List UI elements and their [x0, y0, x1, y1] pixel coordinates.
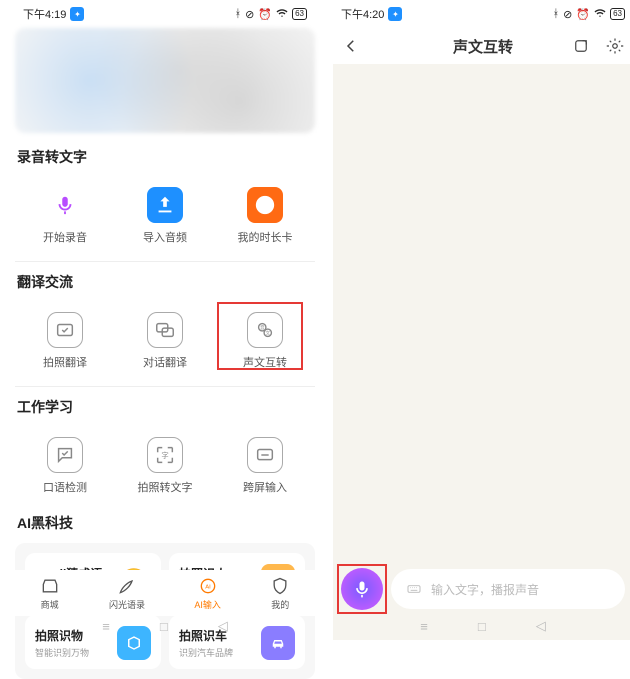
- bottom-nav: 商城 闪光语录 AI AI输入 我的: [15, 570, 315, 616]
- system-nav: ≡ □ ◁: [15, 616, 315, 636]
- divider: [15, 386, 315, 387]
- hero-banner: [15, 28, 315, 133]
- svg-text:AI: AI: [205, 584, 211, 590]
- wifi-icon: [276, 7, 288, 22]
- input-placeholder: 输入文字，播报声音: [431, 581, 539, 598]
- nav-label: AI输入: [194, 598, 221, 611]
- nav-label: 商城: [41, 598, 59, 611]
- nav-mine[interactable]: 我的: [270, 576, 290, 611]
- status-time: 下午4:20: [341, 6, 384, 22]
- top-bar: 声文互转: [333, 28, 630, 64]
- section-title-record: 录音转文字: [15, 147, 315, 175]
- item-label: 我的时长卡: [238, 229, 293, 245]
- section-title-work: 工作学习: [15, 397, 315, 425]
- new-window-icon: [572, 37, 590, 55]
- battery-icon: 63: [610, 8, 625, 20]
- sys-back-icon[interactable]: ◁: [218, 618, 228, 634]
- page-title: 声文互转: [453, 36, 513, 57]
- item-voice-text-swap[interactable]: 音文 声文互转: [215, 312, 315, 370]
- new-window-button[interactable]: [571, 36, 591, 56]
- settings-button[interactable]: [605, 36, 625, 56]
- sys-menu-icon[interactable]: ≡: [102, 619, 110, 634]
- gear-icon: [606, 37, 624, 55]
- microphone-icon: [352, 579, 372, 599]
- status-bar: 下午4:19 ✦ ᚼ ⊘ ⏰ 63: [15, 0, 315, 28]
- item-label: 声文互转: [243, 354, 287, 370]
- back-button[interactable]: [341, 36, 361, 56]
- item-label: 拍照转文字: [138, 479, 193, 495]
- section-record: 开始录音 导入音频 我的时长卡: [15, 175, 315, 257]
- section-title-translate: 翻译交流: [15, 272, 315, 300]
- status-bar: 下午4:20 ✦ ᚼ ⊘ ⏰ 63: [333, 0, 630, 28]
- wifi-icon: [594, 7, 606, 22]
- item-start-record[interactable]: 开始录音: [15, 187, 115, 245]
- item-dialog-translate[interactable]: 对话翻译: [115, 312, 215, 370]
- sys-menu-icon[interactable]: ≡: [420, 619, 428, 634]
- divider: [15, 261, 315, 262]
- status-app-icon: ✦: [70, 7, 84, 21]
- item-label: 拍照翻译: [43, 354, 87, 370]
- bluetooth-icon: ᚼ: [553, 8, 560, 20]
- shield-icon: [270, 576, 290, 596]
- ocr-icon: 字: [147, 437, 183, 473]
- item-label: 对话翻译: [143, 354, 187, 370]
- battery-icon: 63: [292, 8, 307, 20]
- item-oral-test[interactable]: 口语检测: [15, 437, 115, 495]
- sys-home-icon[interactable]: □: [160, 619, 168, 634]
- keyboard-icon: [405, 580, 423, 598]
- nav-shop[interactable]: 商城: [40, 576, 60, 611]
- card-sub: 智能识别万物: [35, 646, 89, 659]
- speech-check-icon: [47, 437, 83, 473]
- dialog-icon: [147, 312, 183, 348]
- clock-card-icon: [247, 187, 283, 223]
- feather-icon: [117, 576, 137, 596]
- nav-quotes[interactable]: 闪光语录: [109, 576, 145, 611]
- item-duration-card[interactable]: 我的时长卡: [215, 187, 315, 245]
- item-photo-translate[interactable]: 拍照翻译: [15, 312, 115, 370]
- item-label: 跨屏输入: [243, 479, 287, 495]
- voice-text-swap-icon: 音文: [247, 312, 283, 348]
- svg-text:字: 字: [161, 451, 168, 460]
- screen-voice-text: 下午4:20 ✦ ᚼ ⊘ ⏰ 63 声文互转: [333, 0, 630, 640]
- system-nav: ≡ □ ◁: [333, 616, 630, 636]
- item-label: 口语检测: [43, 479, 87, 495]
- section-work: 口语检测 字 拍照转文字 跨屏输入: [15, 425, 315, 507]
- camera-translate-icon: [47, 312, 83, 348]
- alarm-icon: ⏰: [258, 8, 272, 21]
- status-time: 下午4:19: [23, 6, 66, 22]
- screen-ai-tools: 下午4:19 ✦ ᚼ ⊘ ⏰ 63 录音转文字 开始录音 导入音频: [15, 0, 315, 640]
- status-app-icon: ✦: [388, 7, 402, 21]
- svg-text:文: 文: [265, 330, 270, 337]
- item-photo-ocr[interactable]: 字 拍照转文字: [115, 437, 215, 495]
- ai-icon: AI: [198, 576, 218, 596]
- section-title-tech: AI黑科技: [15, 513, 315, 541]
- text-input[interactable]: 输入文字，播报声音: [391, 569, 625, 609]
- nav-label: 闪光语录: [109, 598, 145, 611]
- sys-home-icon[interactable]: □: [478, 619, 486, 634]
- mic-button[interactable]: [341, 568, 383, 610]
- dnd-icon: ⊘: [245, 8, 254, 21]
- upload-icon: [147, 187, 183, 223]
- item-cross-screen[interactable]: 跨屏输入: [215, 437, 315, 495]
- item-import-audio[interactable]: 导入音频: [115, 187, 215, 245]
- nav-label: 我的: [271, 598, 289, 611]
- nav-ai-input[interactable]: AI AI输入: [194, 576, 221, 611]
- input-bar: 输入文字，播报声音: [341, 568, 625, 610]
- dnd-icon: ⊘: [563, 8, 572, 21]
- section-translate: 拍照翻译 对话翻译 音文 声文互转: [15, 300, 315, 382]
- card-sub: 识别汽车品牌: [179, 646, 233, 659]
- item-label: 开始录音: [43, 229, 87, 245]
- sys-back-icon[interactable]: ◁: [536, 618, 546, 634]
- microphone-icon: [47, 187, 83, 223]
- item-label: 导入音频: [143, 229, 187, 245]
- bluetooth-icon: ᚼ: [235, 8, 242, 20]
- cross-screen-icon: [247, 437, 283, 473]
- shop-icon: [40, 576, 60, 596]
- svg-text:音: 音: [260, 324, 265, 331]
- chevron-left-icon: [342, 37, 360, 55]
- alarm-icon: ⏰: [576, 8, 590, 21]
